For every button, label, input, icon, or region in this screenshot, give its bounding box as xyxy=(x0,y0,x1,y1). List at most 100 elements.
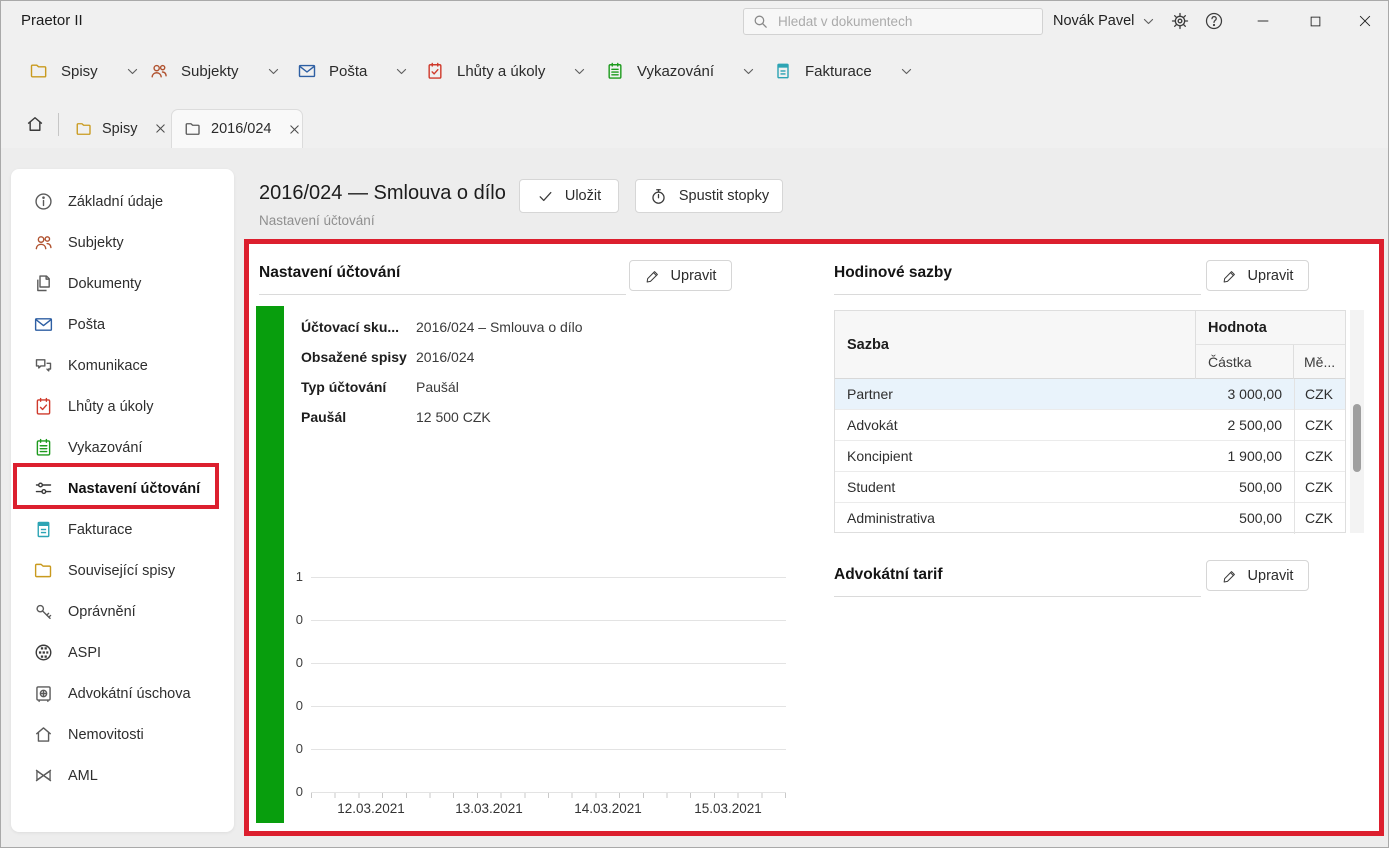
rate-amount: 500,00 xyxy=(1196,472,1294,503)
tab-spisy[interactable]: Spisy xyxy=(63,109,167,148)
rates-table-scrollbar[interactable] xyxy=(1350,310,1364,533)
column-header-hodnota: Hodnota xyxy=(1196,311,1345,345)
settings-button[interactable] xyxy=(1163,1,1197,41)
rates-table: Sazba Hodnota Částka Mě... Partner 3 000… xyxy=(834,310,1346,533)
sidebar-item-label: Dokumenty xyxy=(68,276,141,292)
nav-item-subjekty[interactable]: Subjekty xyxy=(149,41,280,101)
table-row-student[interactable]: Student 500,00 CZK xyxy=(835,472,1345,503)
edit-billing-button[interactable]: Upravit xyxy=(629,260,732,291)
close-icon[interactable] xyxy=(154,122,167,135)
sidebar-item-zakladni-udaje[interactable]: Základní údaje xyxy=(11,181,234,222)
sidebar-item-souvisejici-spisy[interactable]: Související spisy xyxy=(11,550,234,591)
aspi-icon xyxy=(33,642,54,663)
save-button[interactable]: Uložit xyxy=(519,179,619,213)
table-row-administrativa[interactable]: Administrativa 500,00 CZK xyxy=(835,503,1345,534)
clipboard-list-icon xyxy=(33,437,54,458)
sidebar-item-nastaveni-uctovani[interactable]: Nastavení účtování xyxy=(11,468,234,509)
sidebar-item-lhuty-a-ukoly[interactable]: Lhůty a úkoly xyxy=(11,386,234,427)
people-icon xyxy=(33,232,54,253)
start-stopwatch-button[interactable]: Spustit stopky xyxy=(635,179,783,213)
column-header-castka[interactable]: Částka xyxy=(1196,345,1294,379)
sidebar-item-komunikace[interactable]: Komunikace xyxy=(11,345,234,386)
invoice-icon xyxy=(773,61,793,81)
sidebar-item-label: Související spisy xyxy=(68,563,175,579)
sidebar-item-dokumenty[interactable]: Dokumenty xyxy=(11,263,234,304)
folder-icon xyxy=(29,61,49,81)
billing-section-heading: Nastavení účtování xyxy=(259,264,626,295)
chart-y-tick: 0 xyxy=(267,612,303,627)
field-pausal: Paušál 12 500 CZK xyxy=(301,402,491,432)
chart-x-ticks xyxy=(311,793,786,798)
nav-item-posta[interactable]: Pošta xyxy=(297,41,408,101)
chat-icon xyxy=(33,355,54,376)
pencil-icon xyxy=(1222,268,1238,284)
chevron-down-icon xyxy=(267,65,280,78)
sidebar-item-posta[interactable]: Pošta xyxy=(11,304,234,345)
save-button-label: Uložit xyxy=(565,188,601,204)
field-uctovaci-skupina: Účtovací sku... 2016/024 – Smlouva o díl… xyxy=(301,312,583,342)
house-icon xyxy=(33,724,54,745)
user-menu[interactable]: Novák Pavel xyxy=(1053,1,1155,41)
checkmark-icon xyxy=(537,188,554,205)
search-input[interactable] xyxy=(776,13,1034,30)
sidebar-item-advokatni-uschova[interactable]: Advokátní úschova xyxy=(11,673,234,714)
minimize-button[interactable] xyxy=(1239,1,1287,41)
table-row-partner[interactable]: Partner 3 000,00 CZK xyxy=(835,379,1345,410)
page-subtitle: Nastavení účtování xyxy=(259,213,375,228)
nav-item-vykazovani[interactable]: Vykazování xyxy=(605,41,755,101)
sidebar-item-subjekty[interactable]: Subjekty xyxy=(11,222,234,263)
scrollbar-thumb[interactable] xyxy=(1353,404,1361,472)
chart-y-tick: 0 xyxy=(267,655,303,670)
maximize-button[interactable] xyxy=(1291,1,1339,41)
main-nav: Spisy Subjekty Pošta Lhůty a úkoly Vykaz… xyxy=(1,41,1388,101)
home-tab-button[interactable] xyxy=(15,104,55,144)
column-header-sazba[interactable]: Sazba xyxy=(835,311,1196,379)
help-button[interactable] xyxy=(1197,1,1231,41)
rate-currency: CZK xyxy=(1294,379,1345,410)
user-name: Novák Pavel xyxy=(1053,13,1134,29)
nav-item-lhuty-a-ukoly[interactable]: Lhůty a úkoly xyxy=(425,41,586,101)
nav-item-fakturace[interactable]: Fakturace xyxy=(773,41,913,101)
rate-currency: CZK xyxy=(1294,472,1345,503)
sidebar-item-label: Základní údaje xyxy=(68,194,163,210)
search-icon xyxy=(752,13,769,30)
aml-bowtie-icon xyxy=(33,765,54,786)
rate-name: Koncipient xyxy=(835,441,1196,472)
sidebar-item-aml[interactable]: AML xyxy=(11,755,234,796)
chart-gridline xyxy=(311,663,786,664)
key-icon xyxy=(33,601,54,622)
edit-rates-button[interactable]: Upravit xyxy=(1206,260,1309,291)
sidebar-item-aspi[interactable]: ASPI xyxy=(11,632,234,673)
column-header-mena[interactable]: Mě... xyxy=(1294,345,1345,379)
clipboard-list-icon xyxy=(605,61,625,81)
edit-button-label: Upravit xyxy=(1248,568,1294,584)
table-row-advokat[interactable]: Advokát 2 500,00 CZK xyxy=(835,410,1345,441)
maximize-icon xyxy=(1308,14,1323,29)
edit-button-label: Upravit xyxy=(1248,268,1294,284)
table-row-koncipient[interactable]: Koncipient 1 900,00 CZK xyxy=(835,441,1345,472)
stopwatch-icon xyxy=(649,187,668,206)
sidebar-item-label: Komunikace xyxy=(68,358,148,374)
tab-case-2016-024[interactable]: 2016/024 xyxy=(171,109,303,148)
field-label: Obsažené spisy xyxy=(301,349,416,365)
field-value: Paušál xyxy=(416,379,459,395)
nav-label: Fakturace xyxy=(805,63,872,80)
chart-y-tick: 0 xyxy=(267,784,303,799)
edit-tariff-button[interactable]: Upravit xyxy=(1206,560,1309,591)
nav-item-spisy[interactable]: Spisy xyxy=(29,41,139,101)
sidebar-item-label: Subjekty xyxy=(68,235,124,251)
sidebar-item-nemovitosti[interactable]: Nemovitosti xyxy=(11,714,234,755)
sidebar-item-fakturace[interactable]: Fakturace xyxy=(11,509,234,550)
rate-name: Advokát xyxy=(835,410,1196,441)
sidebar-item-vykazovani[interactable]: Vykazování xyxy=(11,427,234,468)
sidebar-item-opravneni[interactable]: Oprávnění xyxy=(11,591,234,632)
document-search[interactable] xyxy=(743,8,1043,35)
chart-x-label: 15.03.2021 xyxy=(678,801,778,816)
folder-icon xyxy=(33,560,54,581)
tab-label: Spisy xyxy=(102,121,137,137)
pencil-icon xyxy=(1222,568,1238,584)
chart-y-tick: 1 xyxy=(267,569,303,584)
chevron-down-icon xyxy=(573,65,586,78)
close-window-button[interactable] xyxy=(1341,1,1389,41)
close-icon[interactable] xyxy=(288,123,301,136)
